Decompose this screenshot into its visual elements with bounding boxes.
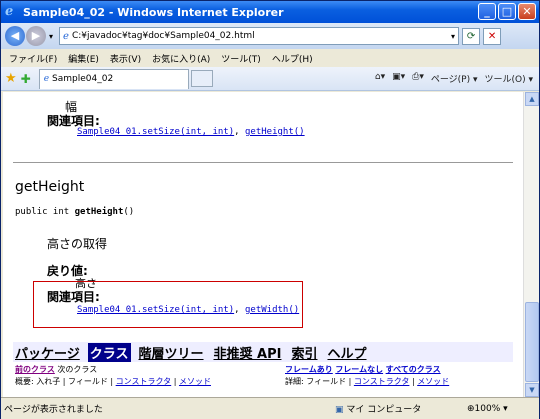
- javadoc-navbar: パッケージ クラス 階層ツリー 非推奨 API 索引 ヘルプ: [13, 342, 513, 362]
- tab-page-icon: ℯ: [43, 74, 50, 84]
- menu-edit[interactable]: 編集(E): [68, 52, 99, 65]
- link-detail-method[interactable]: メソッド: [417, 377, 449, 386]
- subnav-left-2: 概要: 入れ子 | フィールド | コンストラクタ | メソッド: [15, 377, 211, 386]
- url-dropdown-icon[interactable]: ▾: [451, 32, 455, 41]
- subnav-right-1: フレームあり フレームなし すべてのクラス: [285, 364, 441, 375]
- method-signature: public int getHeight(): [15, 207, 135, 217]
- subnav-left-1: 前のクラス 次のクラス: [15, 364, 97, 375]
- nav-deprecated[interactable]: 非推奨 API: [212, 343, 284, 362]
- minimize-button[interactable]: _: [478, 3, 496, 20]
- security-zone: ▣ マイ コンピュータ: [335, 405, 422, 415]
- link-all-classes[interactable]: すべてのクラス: [386, 365, 441, 374]
- forward-button[interactable]: ▶: [26, 26, 46, 46]
- home-icon[interactable]: ⌂▾: [375, 72, 385, 85]
- tools-menu-button[interactable]: ツール(O) ▾: [485, 72, 534, 85]
- title-bar: ℯ Sample04_02 - Windows Internet Explore…: [1, 1, 539, 23]
- back-button[interactable]: ◀: [5, 26, 25, 46]
- zoom-icon: ⊕: [467, 403, 475, 414]
- method-heading: getHeight: [15, 179, 85, 195]
- link-setsize-2[interactable]: Sample04_01.setSize(int, int): [77, 305, 234, 315]
- menu-file[interactable]: ファイル(F): [9, 52, 57, 65]
- link-noframes[interactable]: フレームなし: [335, 365, 383, 374]
- page-menu-button[interactable]: ページ(P) ▾: [431, 72, 478, 85]
- status-bar: ページが表示されました ▣ マイ コンピュータ ⊕100% ▾: [1, 397, 539, 419]
- menu-bar: ファイル(F) 編集(E) 表示(V) お気に入り(A) ツール(T) ヘルプ(…: [1, 49, 539, 67]
- favorites-bar: ★ ✚ ℯ Sample04_02 ⌂▾ ▣▾ ⎙▾ ページ(P) ▾ ツール(…: [1, 67, 539, 91]
- nav-package[interactable]: パッケージ: [13, 343, 82, 362]
- vertical-scrollbar[interactable]: ▲ ▼: [523, 92, 539, 397]
- computer-icon: ▣: [335, 405, 344, 415]
- close-button[interactable]: ✕: [518, 3, 536, 20]
- related-heading-2: 関連項目:: [47, 290, 100, 304]
- address-bar: ◀ ▶ ▾ ℯ C:¥javadoc¥tag¥doc¥Sample04_02.h…: [1, 23, 539, 49]
- page-content: 幅 関連項目: Sample04_01.setSize(int, int), g…: [3, 92, 523, 397]
- nav-tree[interactable]: 階層ツリー: [137, 343, 206, 362]
- link-getwidth[interactable]: getWidth(): [245, 305, 299, 315]
- link-setsize[interactable]: Sample04_01.setSize(int, int): [77, 127, 234, 137]
- zoom-level[interactable]: ⊕100% ▾: [467, 404, 508, 414]
- url-text: C:¥javadoc¥tag¥doc¥Sample04_02.html: [71, 31, 255, 41]
- tab-sample04-02[interactable]: ℯ Sample04_02: [38, 68, 189, 89]
- maximize-button[interactable]: □: [498, 3, 516, 20]
- window-title: Sample04_02 - Windows Internet Explorer: [23, 5, 284, 19]
- stop-button[interactable]: ✕: [483, 27, 502, 45]
- subnav-right-2: 詳細: フィールド | コンストラクタ | メソッド: [285, 377, 450, 386]
- scroll-down-button[interactable]: ▼: [525, 383, 539, 397]
- ie-logo-icon: ℯ: [5, 4, 14, 19]
- new-tab-button[interactable]: [190, 70, 213, 87]
- menu-help[interactable]: ヘルプ(H): [272, 52, 313, 65]
- nav-help[interactable]: ヘルプ: [325, 343, 368, 362]
- link-detail-ctor[interactable]: コンストラクタ: [354, 377, 410, 386]
- nav-class: クラス: [87, 342, 131, 362]
- scroll-up-button[interactable]: ▲: [525, 92, 539, 106]
- browser-window: ℯ Sample04_02 - Windows Internet Explore…: [0, 0, 540, 419]
- menu-tools[interactable]: ツール(T): [221, 52, 261, 65]
- link-getheight[interactable]: getHeight(): [245, 127, 305, 137]
- feeds-icon[interactable]: ▣▾: [392, 72, 405, 85]
- link-summary-ctor[interactable]: コンストラクタ: [116, 377, 172, 386]
- url-input[interactable]: ℯ C:¥javadoc¥tag¥doc¥Sample04_02.html ▾: [59, 27, 460, 45]
- tab-label: Sample04_02: [52, 74, 114, 84]
- history-dropdown-icon[interactable]: ▾: [49, 32, 53, 41]
- scroll-thumb[interactable]: [525, 302, 539, 382]
- print-icon[interactable]: ⎙▾: [412, 72, 424, 85]
- related-links-2: Sample04_01.setSize(int, int), getWidth(…: [77, 305, 300, 315]
- nav-index[interactable]: 索引: [289, 343, 319, 362]
- favorites-star-icon[interactable]: ★: [5, 71, 17, 86]
- add-favorite-icon[interactable]: ✚: [21, 72, 31, 86]
- menu-view[interactable]: 表示(V): [110, 52, 141, 65]
- link-prev-class[interactable]: 前のクラス: [15, 365, 55, 374]
- link-summary-method[interactable]: メソッド: [179, 377, 211, 386]
- method-description: 高さの取得: [47, 237, 108, 251]
- status-text: ページが表示されました: [4, 405, 103, 415]
- menu-favorites[interactable]: お気に入り(A): [152, 52, 210, 65]
- link-frames[interactable]: フレームあり: [285, 365, 333, 374]
- divider: [13, 162, 513, 163]
- related-links-1: Sample04_01.setSize(int, int), getHeight…: [77, 127, 305, 137]
- page-icon: ℯ: [63, 30, 69, 42]
- refresh-button[interactable]: ⟳: [462, 27, 481, 45]
- next-class-text: 次のクラス: [57, 365, 98, 374]
